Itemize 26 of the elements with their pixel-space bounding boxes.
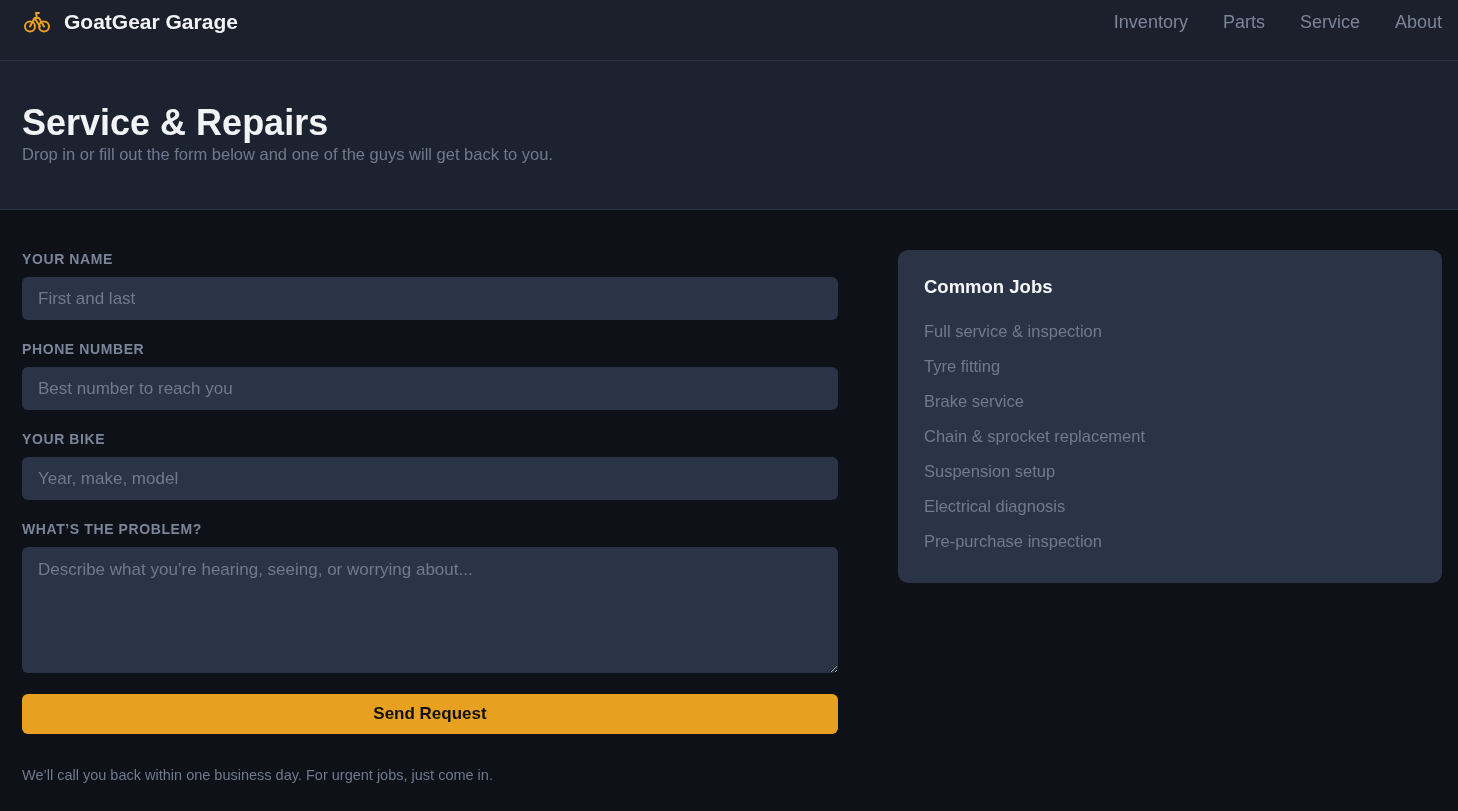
input-field[interactable]: Year, make, model: [22, 457, 838, 500]
card-title: Common Jobs: [924, 276, 1054, 298]
job-item: Tyre fitting: [924, 356, 1001, 377]
page-title: Service & Repairs: [22, 103, 330, 143]
send-request-button[interactable]: Send Request: [22, 694, 838, 734]
input-field[interactable]: Best number to reach you: [22, 367, 838, 410]
nav-link[interactable]: About: [1394, 10, 1442, 34]
field-label: YOUR NAME: [22, 250, 113, 268]
page-subtitle: Drop in or fill out the form below and one of the guys will get back to you.: [22, 144, 555, 165]
textarea-field[interactable]: Describe what you’re hearing, seeing, or worrying about...: [22, 547, 838, 673]
job-item: Full service & inspection: [924, 321, 1102, 342]
brand-name[interactable]: GoatGear Garage: [64, 10, 238, 34]
job-item: Suspension setup: [924, 461, 1056, 482]
callback-note: We’ll call you back within one business day. For urgent jobs, just come in.: [22, 766, 493, 784]
nav-link[interactable]: Service: [1299, 10, 1360, 34]
bicycle-icon: [24, 11, 50, 33]
nav-link[interactable]: Parts: [1222, 10, 1265, 34]
field-label: WHAT’S THE PROBLEM?: [22, 520, 202, 538]
input-field[interactable]: First and last: [22, 277, 838, 320]
job-item: Chain & sprocket replacement: [924, 426, 1146, 447]
nav-link[interactable]: Inventory: [1113, 10, 1188, 34]
field-label: YOUR BIKE: [22, 430, 106, 448]
job-item: Electrical diagnosis: [924, 496, 1066, 517]
job-item: Pre-purchase inspection: [924, 531, 1102, 552]
job-item: Brake service: [924, 391, 1024, 412]
field-label: PHONE NUMBER: [22, 340, 145, 358]
